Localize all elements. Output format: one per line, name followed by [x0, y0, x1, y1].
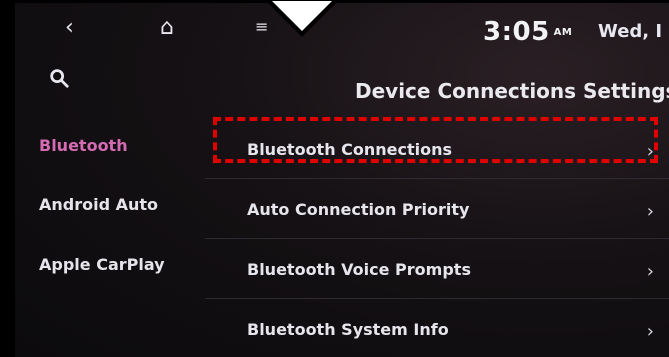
- chevron-right-icon: ›: [646, 261, 654, 282]
- page-title: Device Connections Settings: [355, 79, 669, 103]
- chevron-right-icon: ›: [646, 321, 654, 342]
- divider: [205, 238, 669, 239]
- divider: [205, 178, 669, 179]
- sidebar-item-label: Bluetooth: [39, 136, 128, 155]
- sidebar-item-label: Android Auto: [39, 195, 159, 214]
- list-item-auto-connection-priority[interactable]: Auto Connection Priority ›: [205, 183, 669, 239]
- clock: 3:05 AM: [483, 17, 572, 47]
- callout-pointer-fill: [272, 1, 332, 31]
- date: Wed, I: [598, 21, 663, 42]
- list-item-label: Bluetooth Voice Prompts: [247, 260, 471, 279]
- list-item-bluetooth-system-info[interactable]: Bluetooth System Info ›: [205, 303, 669, 357]
- clock-ampm: AM: [553, 27, 573, 38]
- list-item-label: Auto Connection Priority: [247, 200, 470, 219]
- sidebar-item-bluetooth[interactable]: Bluetooth: [39, 136, 128, 155]
- car-infotainment-screen: ‹ ⌂ ≡ 3:05 AM Wed, I Device Connections S…: [15, 3, 669, 357]
- sidebar-item-android-auto[interactable]: Android Auto: [39, 195, 158, 214]
- list-item-bluetooth-voice-prompts[interactable]: Bluetooth Voice Prompts ›: [205, 243, 669, 299]
- list-item-label: Bluetooth System Info: [247, 320, 449, 339]
- search-icon[interactable]: [48, 67, 70, 89]
- sidebar-item-apple-carplay[interactable]: Apple CarPlay: [39, 255, 165, 274]
- chevron-right-icon: ›: [646, 201, 654, 222]
- clock-time: 3:05: [483, 17, 550, 47]
- highlight-callout: [213, 117, 658, 163]
- sidebar-item-label: Apple CarPlay: [39, 255, 165, 274]
- home-icon[interactable]: ⌂: [160, 17, 174, 39]
- divider: [205, 298, 669, 299]
- back-arrow-icon[interactable]: ‹: [65, 17, 74, 39]
- screenshot-frame: ‹ ⌂ ≡ 3:05 AM Wed, I Device Connections S…: [0, 0, 669, 357]
- status-bar: ‹ ⌂ ≡ 3:05 AM Wed, I: [15, 3, 669, 73]
